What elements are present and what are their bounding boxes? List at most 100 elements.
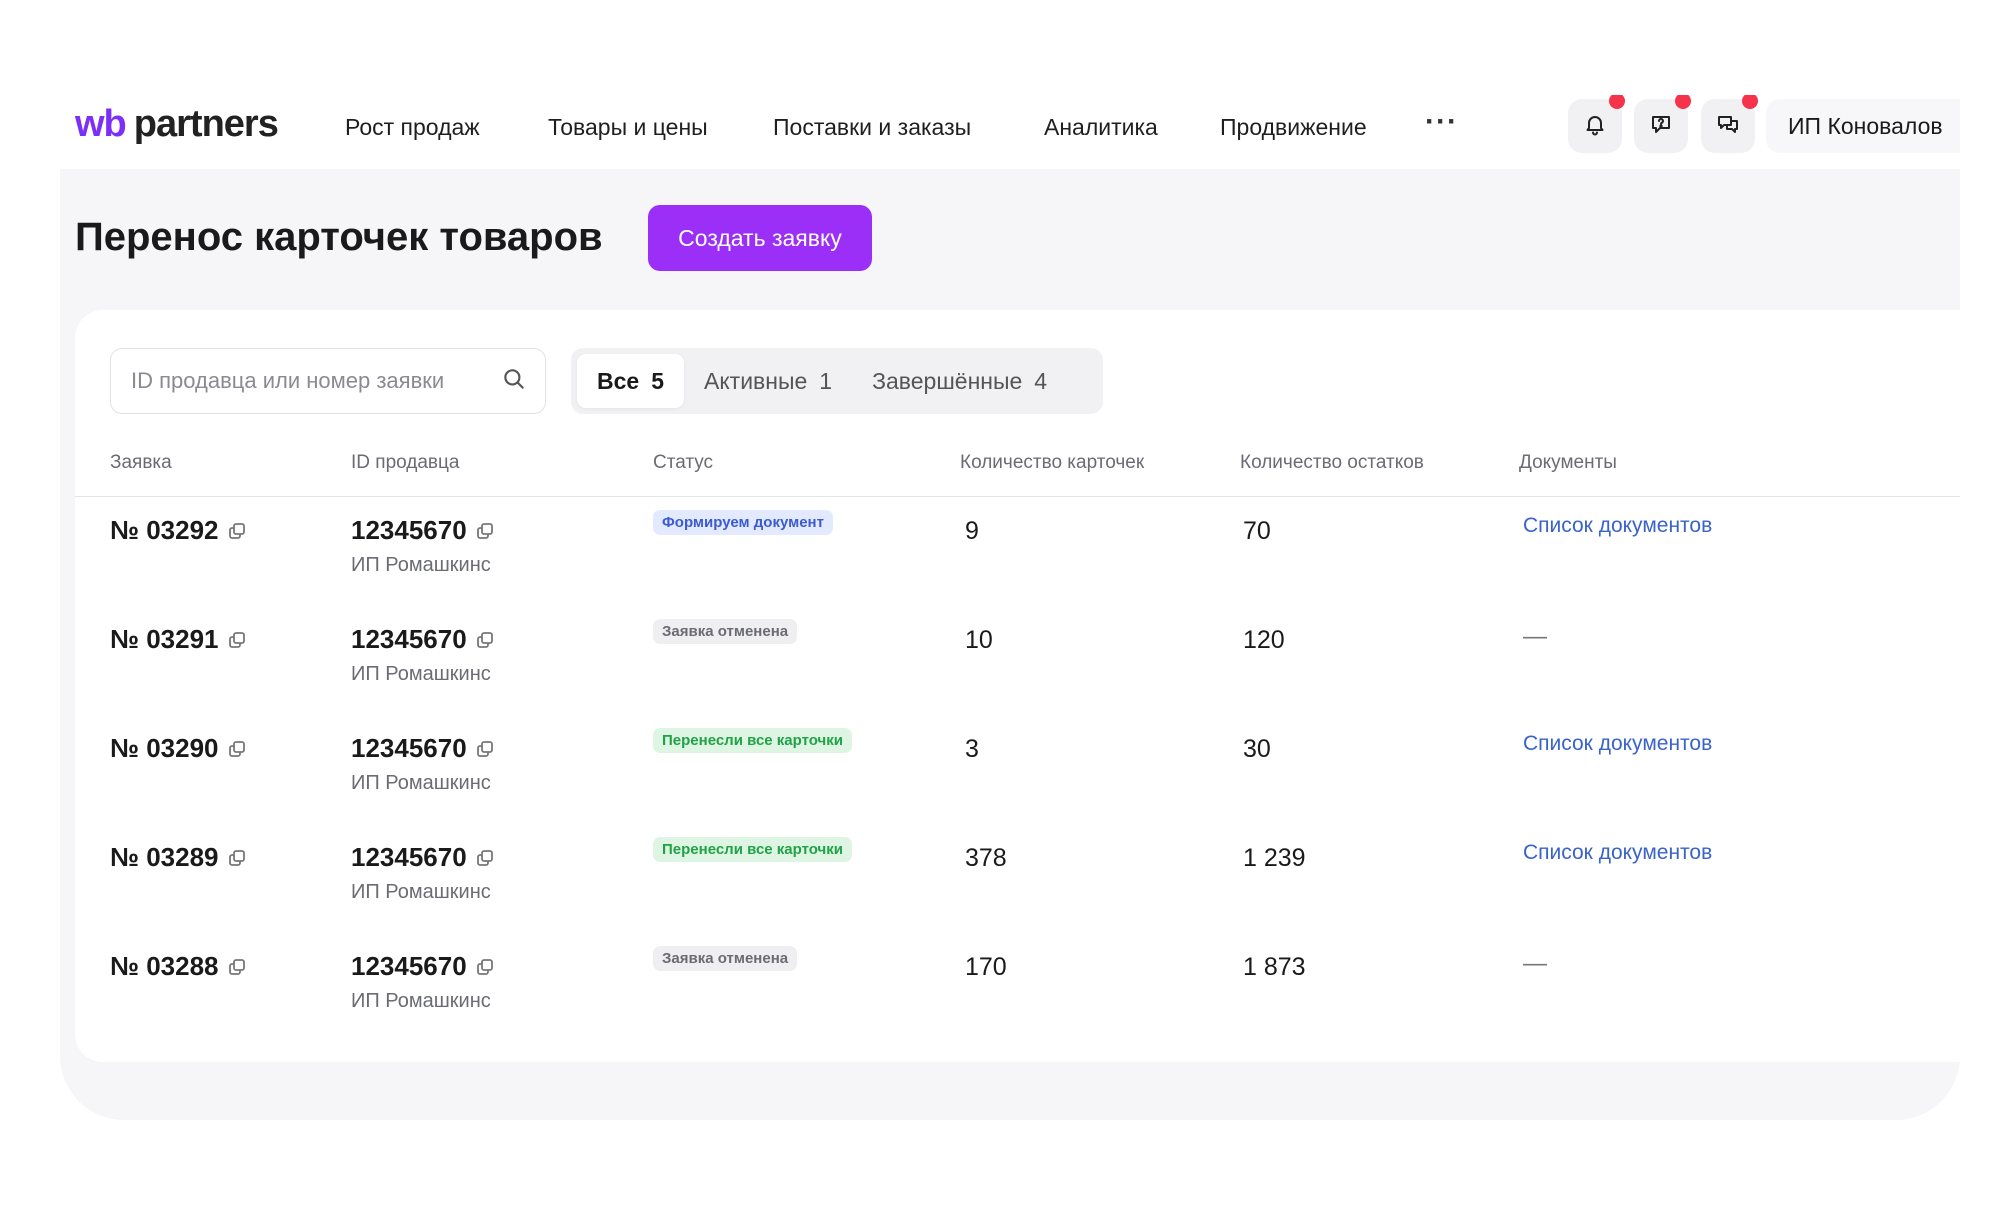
- seller-name: ИП Ромашкинс: [351, 554, 491, 576]
- column-header-request: Заявка: [110, 452, 172, 473]
- tab-count: 4: [1034, 367, 1048, 394]
- logo-partners-text: partners: [133, 103, 279, 145]
- table-row[interactable]: № 03290 12345670 ИП Ромашкинс Перенесли …: [75, 728, 1960, 841]
- top-navigation-bar: wb partners Рост продаж Товары и цены По…: [60, 95, 1960, 169]
- documents-cell: —: [1523, 623, 1547, 651]
- seller-name: ИП Ромашкинс: [351, 663, 491, 685]
- copy-icon[interactable]: [475, 630, 495, 650]
- profile-button[interactable]: ИП Коновалов: [1766, 99, 1960, 153]
- seller-id: 12345670: [351, 951, 467, 981]
- request-number: № 03290: [110, 733, 219, 763]
- documents-list-link[interactable]: Список документов: [1523, 514, 1712, 537]
- tab-label: Активные: [704, 367, 808, 394]
- column-header-seller-id: ID продавца: [351, 452, 460, 473]
- tab-count: 1: [819, 367, 833, 394]
- stock-count: 30: [1243, 735, 1271, 763]
- copy-icon[interactable]: [475, 521, 495, 541]
- seller-name: ИП Ромашкинс: [351, 881, 491, 903]
- stock-count: 120: [1243, 626, 1285, 654]
- copy-icon[interactable]: [227, 521, 247, 541]
- documents-cell: Список документов: [1523, 841, 1712, 865]
- column-header-stock-count: Количество остатков: [1240, 452, 1424, 473]
- column-header-cards-count: Количество карточек: [960, 452, 1145, 473]
- tab-completed[interactable]: Завершённые 4: [852, 354, 1067, 408]
- no-documents-dash: —: [1523, 623, 1547, 650]
- stock-count: 1 239: [1243, 844, 1306, 872]
- help-button[interactable]: [1634, 95, 1691, 153]
- question-bubble-icon: [1649, 112, 1673, 141]
- seller-name: ИП Ромашкинс: [351, 772, 491, 794]
- seller-id: 12345670: [351, 515, 467, 545]
- notification-dot: [1609, 95, 1625, 109]
- app-frame: wb partners Рост продаж Товары и цены По…: [60, 95, 1960, 1120]
- table-header-divider: [75, 496, 1960, 497]
- copy-icon[interactable]: [227, 957, 247, 977]
- search-icon[interactable]: [501, 366, 527, 397]
- nav-supplies-orders[interactable]: Поставки и заказы: [773, 114, 971, 141]
- cards-count: 10: [965, 626, 993, 654]
- copy-icon[interactable]: [227, 739, 247, 759]
- logo-wb-text: wb: [75, 103, 127, 145]
- request-number: № 03292: [110, 515, 219, 545]
- documents-cell: Список документов: [1523, 732, 1712, 756]
- chat-icon: [1716, 112, 1740, 141]
- copy-icon[interactable]: [227, 630, 247, 650]
- create-request-button[interactable]: Создать заявку: [648, 205, 872, 271]
- no-documents-dash: —: [1523, 950, 1547, 977]
- notifications-button[interactable]: [1568, 95, 1625, 153]
- chat-button[interactable]: [1701, 95, 1758, 153]
- nav-products-prices[interactable]: Товары и цены: [548, 114, 708, 141]
- status-badge: Перенесли все карточки: [653, 837, 852, 862]
- column-header-status: Статус: [653, 452, 714, 473]
- stock-count: 1 873: [1243, 953, 1306, 981]
- nav-promotion[interactable]: Продвижение: [1220, 114, 1367, 141]
- bell-icon: [1583, 112, 1607, 141]
- seller-id: 12345670: [351, 733, 467, 763]
- table-row[interactable]: № 03288 12345670 ИП Ромашкинс Заявка отм…: [75, 946, 1960, 1059]
- tab-all[interactable]: Все 5: [577, 354, 684, 408]
- profile-name: ИП Коновалов: [1788, 112, 1943, 139]
- search-input[interactable]: [129, 367, 501, 395]
- seller-id: 12345670: [351, 842, 467, 872]
- copy-icon[interactable]: [475, 848, 495, 868]
- copy-icon[interactable]: [227, 848, 247, 868]
- table-row[interactable]: № 03291 12345670 ИП Ромашкинс Заявка отм…: [75, 619, 1960, 732]
- cards-count: 378: [965, 844, 1007, 872]
- request-number: № 03291: [110, 624, 219, 654]
- wb-partners-logo[interactable]: wb partners: [75, 103, 279, 146]
- notification-dot: [1675, 95, 1691, 109]
- status-badge: Заявка отменена: [653, 946, 798, 971]
- tab-active[interactable]: Активные 1: [684, 354, 852, 408]
- page-title: Перенос карточек товаров: [75, 215, 603, 259]
- documents-cell: —: [1523, 950, 1547, 978]
- cards-count: 3: [965, 735, 979, 763]
- search-field[interactable]: [110, 348, 546, 414]
- documents-cell: Список документов: [1523, 514, 1712, 538]
- nav-sales-growth[interactable]: Рост продаж: [345, 114, 480, 141]
- seller-id: 12345670: [351, 624, 467, 654]
- cards-count: 9: [965, 517, 979, 545]
- documents-list-link[interactable]: Список документов: [1523, 841, 1712, 864]
- table-row[interactable]: № 03289 12345670 ИП Ромашкинс Перенесли …: [75, 837, 1960, 950]
- notification-dot: [1742, 95, 1758, 109]
- column-header-documents: Документы: [1519, 452, 1617, 473]
- request-number: № 03288: [110, 951, 219, 981]
- copy-icon[interactable]: [475, 739, 495, 759]
- status-badge: Перенесли все карточки: [653, 728, 852, 753]
- request-number: № 03289: [110, 842, 219, 872]
- status-filter-tabs: Все 5 Активные 1 Завершённые 4: [571, 348, 1103, 414]
- tab-label: Завершённые: [872, 367, 1023, 394]
- stock-count: 70: [1243, 517, 1271, 545]
- cards-count: 170: [965, 953, 1007, 981]
- copy-icon[interactable]: [475, 957, 495, 977]
- requests-card: Все 5 Активные 1 Завершённые 4 Заявка ID…: [75, 310, 1960, 1062]
- nav-analytics[interactable]: Аналитика: [1044, 114, 1158, 141]
- status-badge: Заявка отменена: [653, 619, 798, 644]
- documents-list-link[interactable]: Список документов: [1523, 732, 1712, 755]
- table-row[interactable]: № 03292 12345670 ИП Ромашкинс Формируем …: [75, 510, 1960, 623]
- status-badge: Формируем документ: [653, 510, 833, 535]
- more-menu-button[interactable]: ···: [1425, 105, 1458, 139]
- tab-label: Все: [597, 367, 640, 394]
- seller-name: ИП Ромашкинс: [351, 990, 491, 1012]
- tab-count: 5: [651, 367, 664, 394]
